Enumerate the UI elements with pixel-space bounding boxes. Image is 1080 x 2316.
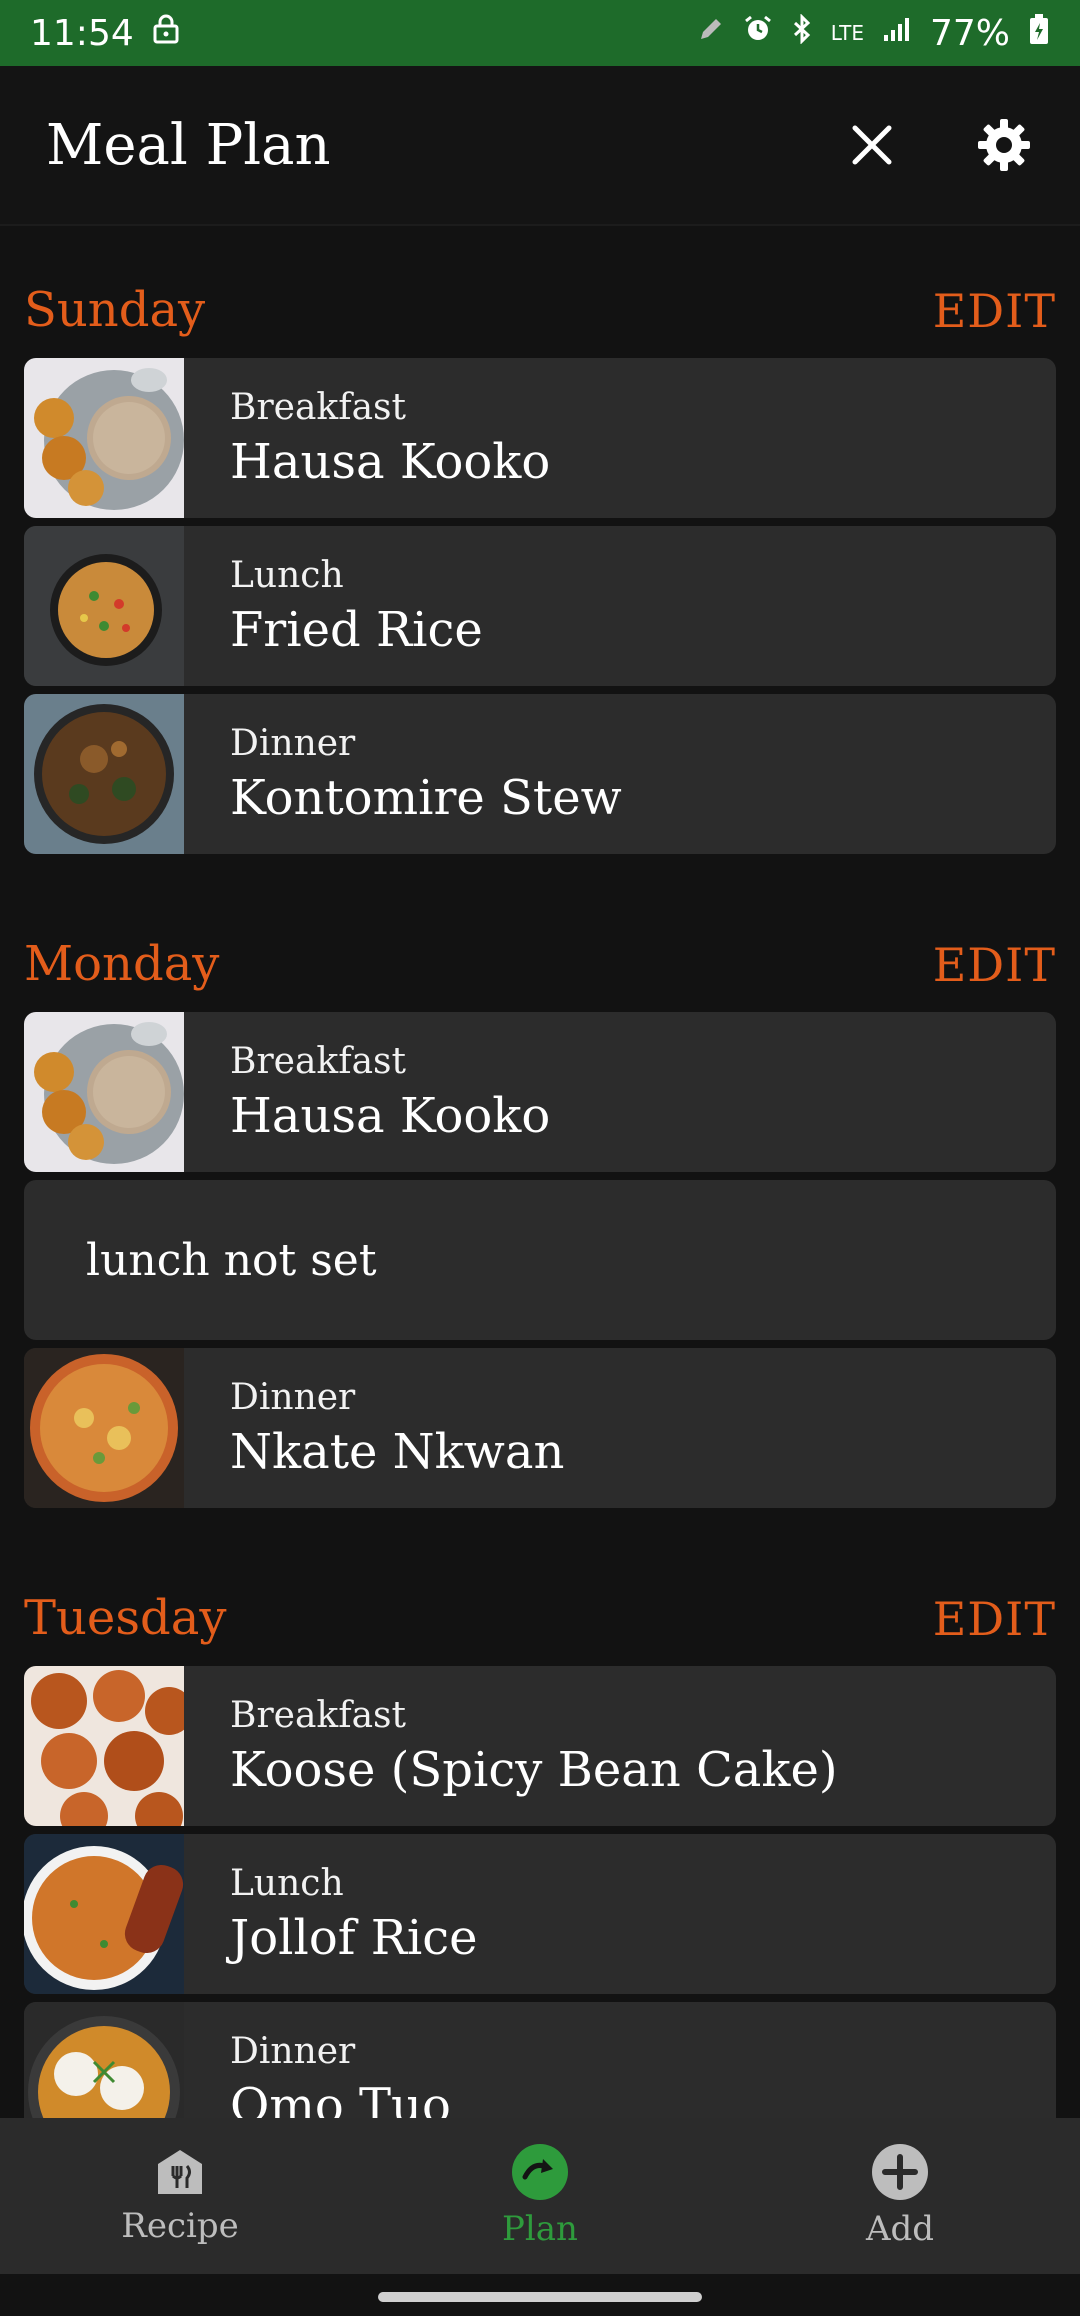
close-button[interactable]	[836, 109, 908, 181]
bluetooth-icon	[791, 13, 813, 52]
close-icon	[852, 125, 892, 165]
meal-type: Lunch	[230, 1862, 344, 1904]
meal-type: Dinner	[230, 2030, 356, 2072]
meal-card-lunch[interactable]: Lunch Fried Rice	[24, 526, 1056, 686]
meal-name: Kontomire Stew	[230, 769, 622, 826]
meal-empty-label: lunch not set	[86, 1234, 377, 1286]
gear-icon	[978, 119, 1030, 171]
status-time: 11:54	[30, 12, 134, 54]
nav-recipe[interactable]: Recipe	[30, 2146, 330, 2246]
day-name: Monday	[24, 936, 220, 992]
meal-name: Nkate Nkwan	[230, 1423, 565, 1480]
battery-percent: 77%	[929, 12, 1010, 54]
meal-name: Hausa Kooko	[230, 1087, 551, 1144]
signal-icon	[882, 15, 912, 51]
nav-add[interactable]: Add	[750, 2143, 1050, 2249]
meal-name: Omo Tuo	[230, 2077, 451, 2119]
day-name: Tuesday	[24, 1590, 227, 1646]
meal-card-breakfast[interactable]: Breakfast Hausa Kooko	[24, 358, 1056, 518]
status-left: 11:54	[30, 13, 180, 54]
meal-text: Dinner Omo Tuo	[184, 2031, 451, 2119]
app-bar: Meal Plan	[0, 66, 1080, 226]
edit-button[interactable]: EDIT	[933, 1592, 1056, 1646]
meal-image	[24, 1666, 184, 1826]
alarm-icon	[743, 14, 773, 52]
meal-name: Hausa Kooko	[230, 433, 551, 490]
network-type: LTE	[830, 21, 864, 45]
day-header: Tuesday EDIT	[0, 1516, 1080, 1666]
status-bar: 11:54 LTE 77%	[0, 0, 1080, 66]
meal-card-breakfast[interactable]: Breakfast Koose (Spicy Bean Cake)	[24, 1666, 1056, 1826]
meal-card-dinner[interactable]: Dinner Nkate Nkwan	[24, 1348, 1056, 1508]
status-right: LTE 77%	[697, 13, 1050, 54]
meal-image	[24, 1834, 184, 1994]
meal-text: Lunch Fried Rice	[184, 555, 483, 658]
nav-label: Plan	[502, 2209, 578, 2249]
meal-image	[24, 358, 184, 518]
day-sunday: Sunday EDIT Breakfast Hausa Kooko Lunch …	[0, 228, 1080, 854]
pencil-icon	[697, 15, 725, 51]
meal-type: Breakfast	[230, 1694, 406, 1736]
meal-text: Breakfast Hausa Kooko	[184, 1041, 550, 1144]
meal-text: Lunch Jollof Rice	[184, 1863, 478, 1966]
day-name: Sunday	[24, 282, 206, 338]
meal-type: Breakfast	[230, 1040, 406, 1082]
meal-type: Dinner	[230, 722, 356, 764]
meal-text: Breakfast Hausa Kooko	[184, 387, 550, 490]
meal-text: Breakfast Koose (Spicy Bean Cake)	[184, 1695, 838, 1798]
meal-card-dinner[interactable]: Dinner Kontomire Stew	[24, 694, 1056, 854]
battery-icon	[1028, 13, 1050, 53]
meal-type: Dinner	[230, 1376, 356, 1418]
meal-text: Dinner Nkate Nkwan	[184, 1377, 564, 1480]
lock-icon	[152, 14, 180, 52]
meal-name: Fried Rice	[230, 601, 483, 658]
add-icon	[872, 2144, 928, 2200]
meal-card-lunch-empty[interactable]: lunch not set	[24, 1180, 1056, 1340]
day-monday: Monday EDIT Breakfast Hausa Kooko lunch …	[0, 862, 1080, 1508]
day-tuesday: Tuesday EDIT Breakfast Koose (Spicy Bean…	[0, 1516, 1080, 2118]
meal-plan-list[interactable]: Sunday EDIT Breakfast Hausa Kooko Lunch …	[0, 228, 1080, 2118]
gesture-handle[interactable]	[378, 2292, 702, 2302]
meal-card-lunch[interactable]: Lunch Jollof Rice	[24, 1834, 1056, 1994]
meal-text: Dinner Kontomire Stew	[184, 723, 622, 826]
meal-card-dinner[interactable]: Dinner Omo Tuo	[24, 2002, 1056, 2118]
meal-image	[24, 694, 184, 854]
meal-name: Koose (Spicy Bean Cake)	[230, 1741, 838, 1798]
nav-plan[interactable]: Plan	[390, 2143, 690, 2249]
plan-icon	[512, 2144, 568, 2200]
day-header: Monday EDIT	[0, 862, 1080, 1012]
edit-button[interactable]: EDIT	[933, 938, 1056, 992]
meal-image	[24, 2002, 184, 2118]
page-title: Meal Plan	[46, 112, 331, 178]
nav-label: Recipe	[121, 2206, 239, 2246]
app-actions	[836, 109, 1040, 181]
meal-card-breakfast[interactable]: Breakfast Hausa Kooko	[24, 1012, 1056, 1172]
day-header: Sunday EDIT	[0, 228, 1080, 358]
settings-button[interactable]	[968, 109, 1040, 181]
meal-image	[24, 1348, 184, 1508]
meal-type: Lunch	[230, 554, 344, 596]
meal-image	[24, 1012, 184, 1172]
edit-button[interactable]: EDIT	[933, 284, 1056, 338]
nav-label: Add	[865, 2209, 935, 2249]
meal-image	[24, 526, 184, 686]
meal-type: Breakfast	[230, 386, 406, 428]
meal-name: Jollof Rice	[230, 1909, 478, 1966]
bottom-nav: Recipe Plan Add	[0, 2118, 1080, 2274]
recipe-icon	[158, 2150, 202, 2194]
